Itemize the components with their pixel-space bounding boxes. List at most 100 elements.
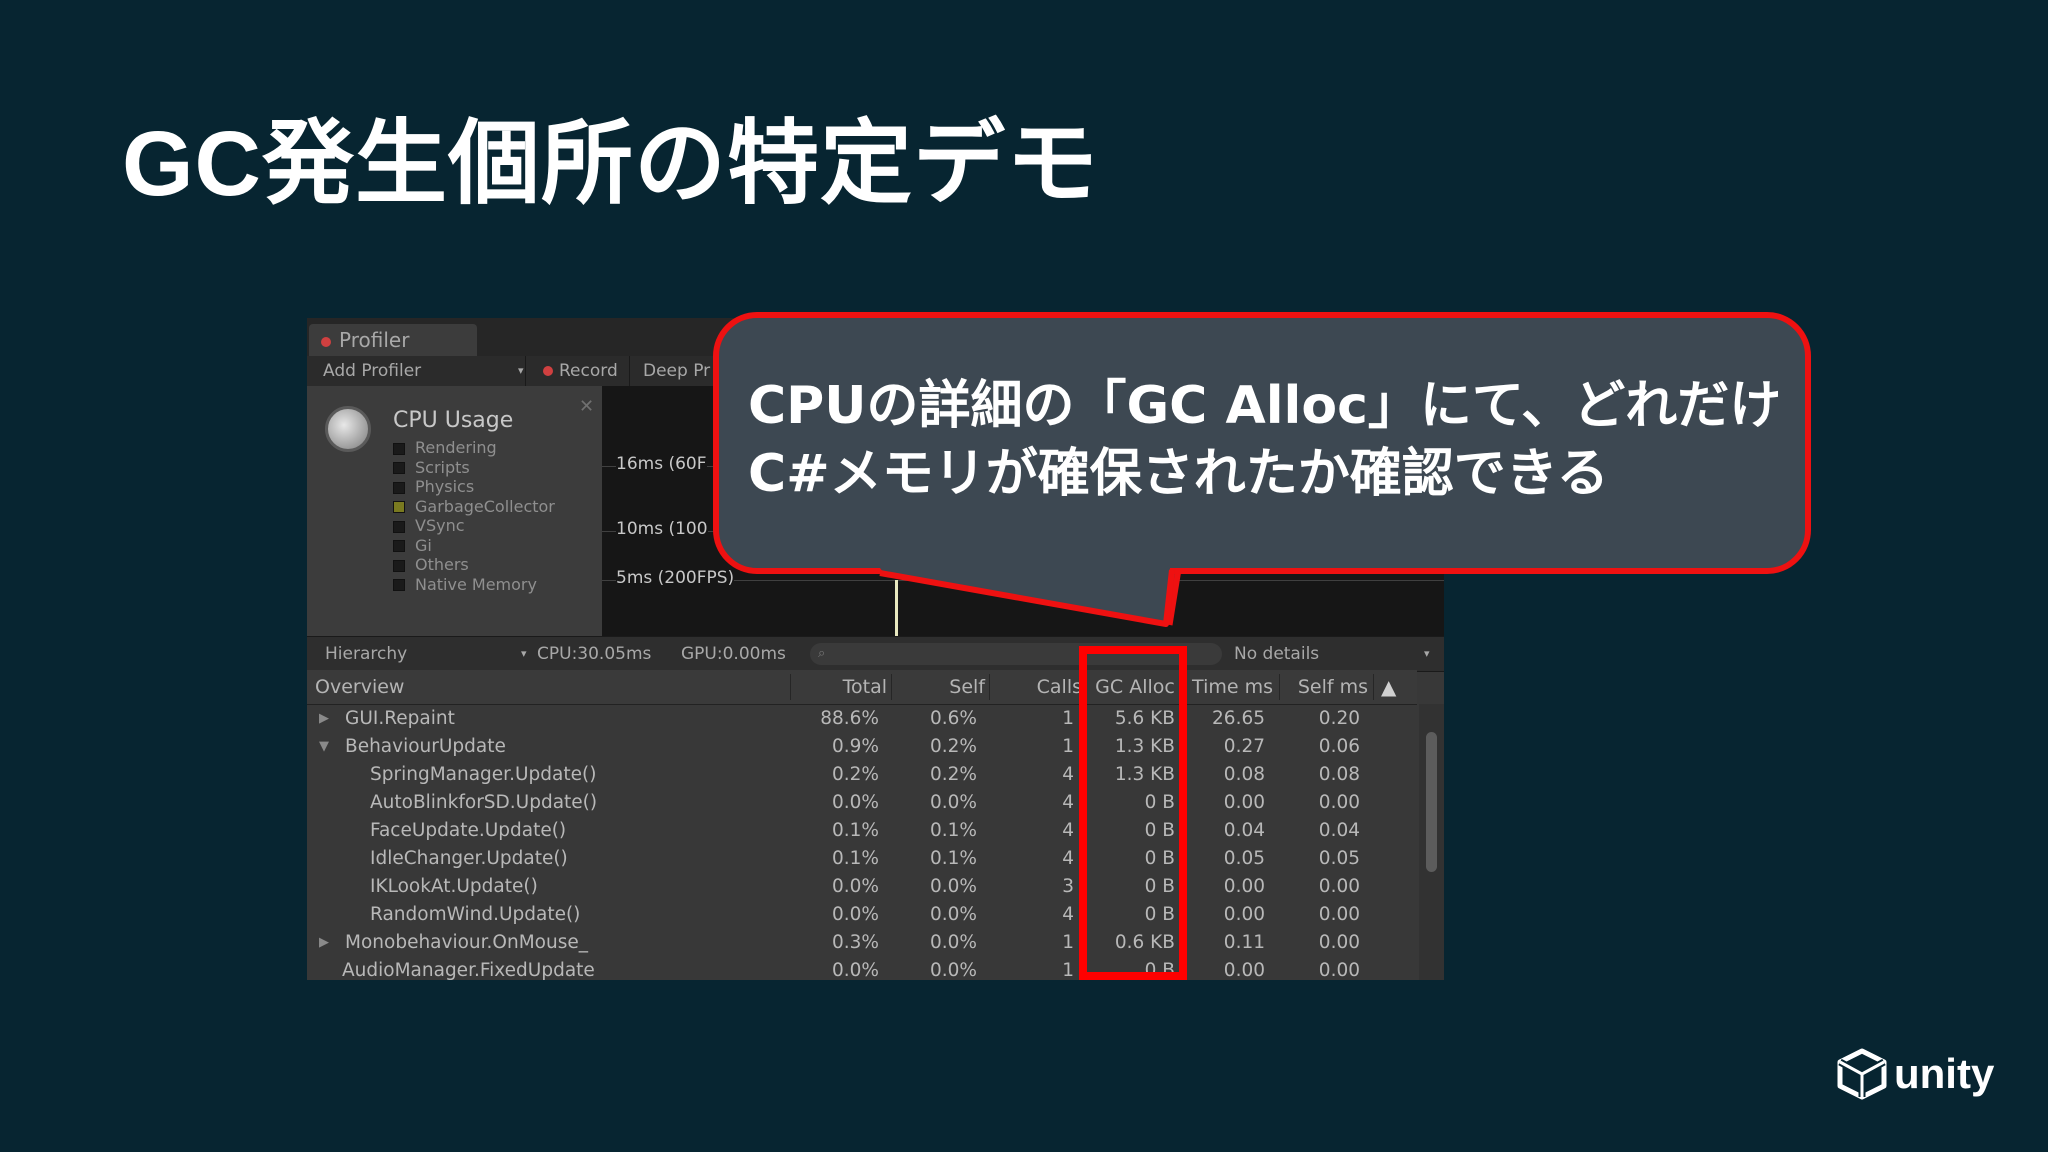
close-icon[interactable]: ✕ bbox=[579, 396, 594, 417]
row-self-ms: 0.06 bbox=[1318, 736, 1360, 757]
row-time: 26.65 bbox=[1212, 708, 1265, 729]
row-name: RandomWind.Update() bbox=[370, 904, 581, 925]
legend-label: Rendering bbox=[415, 438, 497, 457]
legend-swatch bbox=[393, 540, 405, 552]
legend-item[interactable]: Physics bbox=[393, 477, 555, 497]
details-dropdown[interactable]: No details ▾ bbox=[1234, 637, 1430, 671]
table-row[interactable]: RandomWind.Update() 0.0% 0.0% 4 0 B 0.00 0.00 bbox=[307, 901, 1417, 929]
legend-swatch bbox=[393, 520, 405, 533]
search-icon: ⌕ bbox=[818, 646, 826, 661]
legend-swatch bbox=[393, 559, 405, 572]
legend-item[interactable]: Scripts bbox=[393, 458, 555, 478]
row-self-ms: 0.05 bbox=[1318, 848, 1360, 869]
row-calls: 1 bbox=[1062, 736, 1074, 757]
row-name: SpringManager.Update() bbox=[370, 764, 597, 785]
row-calls: 4 bbox=[1062, 904, 1074, 925]
col-time-ms[interactable]: Time ms bbox=[1187, 670, 1273, 704]
sort-column-button[interactable]: ▲ bbox=[1381, 670, 1396, 704]
row-total: 0.9% bbox=[832, 736, 879, 757]
graph-label-5ms: 5ms (200FPS) bbox=[616, 568, 735, 588]
legend-label: Gi bbox=[415, 535, 432, 555]
legend-item[interactable]: Gi bbox=[393, 536, 555, 556]
row-name: AudioManager.FixedUpdate bbox=[342, 960, 595, 980]
row-calls: 3 bbox=[1062, 876, 1074, 897]
toolbar-divider bbox=[525, 356, 526, 386]
expand-arrow-icon[interactable]: ▶ bbox=[319, 929, 329, 957]
graph-label-16ms: 16ms (60F bbox=[616, 454, 707, 474]
cpu-usage-title: CPU Usage bbox=[393, 408, 514, 433]
row-time: 0.00 bbox=[1223, 876, 1265, 897]
cpu-usage-panel[interactable]: ✕ CPU Usage Rendering Scripts Physics Garba… bbox=[307, 386, 602, 636]
tab-profiler[interactable]: Profiler bbox=[309, 324, 477, 356]
col-self[interactable]: Self bbox=[892, 670, 985, 704]
legend-item[interactable]: Rendering bbox=[393, 438, 555, 458]
table-row[interactable]: AutoBlinkforSD.Update() 0.0% 0.0% 4 0 B 0.00 0… bbox=[307, 789, 1417, 817]
details-label: No details bbox=[1234, 644, 1320, 664]
table-row[interactable]: ▼ BehaviourUpdate 0.9% 0.2% 1 1.3 KB 0.27 0.06 bbox=[307, 733, 1417, 761]
row-self: 0.2% bbox=[930, 736, 977, 757]
legend-item[interactable]: VSync bbox=[393, 516, 555, 536]
row-time: 0.05 bbox=[1223, 848, 1265, 869]
cpu-gauge-icon bbox=[325, 406, 371, 452]
row-calls: 1 bbox=[1062, 960, 1074, 980]
legend-label: Scripts bbox=[415, 457, 470, 477]
hierarchy-dropdown[interactable]: Hierarchy ▾ bbox=[325, 637, 527, 671]
row-total: 0.0% bbox=[832, 876, 879, 897]
unity-logo-text: unity bbox=[1894, 1050, 1995, 1097]
table-row[interactable]: FaceUpdate.Update() 0.1% 0.1% 4 0 B 0.04 0.04 bbox=[307, 817, 1417, 845]
table-row[interactable]: ▶ GUI.Repaint 88.6% 0.6% 1 5.6 KB 26.65 0.20 bbox=[307, 705, 1417, 733]
scrollbar-thumb[interactable] bbox=[1426, 732, 1437, 872]
legend-item[interactable]: Others bbox=[393, 555, 555, 575]
table-row[interactable]: AudioManager.FixedUpdate 0.0% 0.0% 1 0 B 0.00… bbox=[307, 957, 1417, 980]
col-overview[interactable]: Overview bbox=[315, 670, 404, 704]
legend-swatch bbox=[393, 442, 405, 455]
col-self-ms[interactable]: Self ms bbox=[1280, 670, 1368, 704]
legend-label: Physics bbox=[415, 477, 475, 496]
cpu-legend: Rendering Scripts Physics GarbageCollector V… bbox=[393, 438, 555, 594]
row-calls: 4 bbox=[1062, 848, 1074, 869]
callout-tail-fill bbox=[879, 568, 1175, 627]
record-button[interactable]: Record bbox=[543, 356, 618, 386]
collapse-arrow-icon[interactable]: ▼ bbox=[319, 733, 329, 761]
row-self-ms: 0.20 bbox=[1318, 708, 1360, 729]
col-calls[interactable]: Calls bbox=[990, 670, 1082, 704]
row-time: 0.00 bbox=[1223, 960, 1265, 980]
legend-swatch bbox=[393, 481, 405, 494]
expand-arrow-icon[interactable]: ▶ bbox=[319, 705, 329, 733]
record-label: Record bbox=[559, 361, 618, 381]
column-divider bbox=[1373, 674, 1374, 700]
add-profiler-dropdown[interactable]: Add Profiler ▾ bbox=[323, 356, 524, 386]
row-total: 88.6% bbox=[820, 708, 879, 729]
unity-cube-icon bbox=[1837, 1048, 1887, 1100]
row-total: 0.2% bbox=[832, 764, 879, 785]
row-name: BehaviourUpdate bbox=[345, 736, 506, 757]
row-total: 0.1% bbox=[832, 820, 879, 841]
row-name: Monobehaviour.OnMouse_ bbox=[345, 932, 588, 953]
row-total: 0.1% bbox=[832, 848, 879, 869]
row-calls: 1 bbox=[1062, 932, 1074, 953]
legend-swatch bbox=[393, 462, 405, 474]
table-scrollbar[interactable] bbox=[1419, 704, 1444, 980]
legend-item[interactable]: GarbageCollector bbox=[393, 497, 555, 517]
table-row[interactable]: IdleChanger.Update() 0.1% 0.1% 4 0 B 0.05 0.05 bbox=[307, 845, 1417, 873]
callout-text: CPUの詳細の「GC Alloc」にて、どれだけ C#メモリが確保されたか確認で… bbox=[748, 372, 1788, 508]
legend-swatch bbox=[393, 579, 405, 591]
hierarchy-label: Hierarchy bbox=[325, 644, 408, 664]
row-self-ms: 0.00 bbox=[1318, 932, 1360, 953]
hierarchy-table: Overview Total Self Calls GC Alloc Time … bbox=[307, 670, 1444, 980]
col-total[interactable]: Total bbox=[791, 670, 887, 704]
row-name: IdleChanger.Update() bbox=[370, 848, 568, 869]
row-self: 0.0% bbox=[930, 876, 977, 897]
legend-label: VSync bbox=[415, 516, 465, 535]
table-row[interactable]: SpringManager.Update() 0.2% 0.2% 4 1.3 KB 0.0… bbox=[307, 761, 1417, 789]
row-self: 0.0% bbox=[930, 960, 977, 980]
table-row[interactable]: ▶ Monobehaviour.OnMouse_ 0.3% 0.0% 1 0.6 KB 0.… bbox=[307, 929, 1417, 957]
table-row[interactable]: IKLookAt.Update() 0.0% 0.0% 3 0 B 0.00 0.00 bbox=[307, 873, 1417, 901]
add-profiler-label: Add Profiler bbox=[323, 361, 422, 381]
legend-item[interactable]: Native Memory bbox=[393, 575, 555, 595]
row-self: 0.1% bbox=[930, 820, 977, 841]
row-self: 0.0% bbox=[930, 792, 977, 813]
row-total: 0.0% bbox=[832, 904, 879, 925]
row-self-ms: 0.08 bbox=[1318, 764, 1360, 785]
deep-profile-button[interactable]: Deep Pr bbox=[643, 356, 710, 386]
